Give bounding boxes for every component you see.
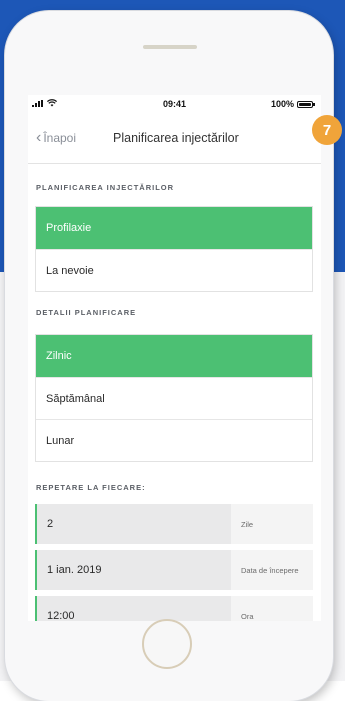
status-bar: 09:41 100% xyxy=(28,95,321,115)
time-input[interactable]: 12:00 xyxy=(35,596,231,621)
option-profilaxie[interactable]: Profilaxie xyxy=(36,207,312,249)
option-la-nevoie[interactable]: La nevoie xyxy=(36,249,312,291)
repeat-row-time: 12:00 Ora xyxy=(35,596,313,621)
start-date-input[interactable]: 1 ian. 2019 xyxy=(35,550,231,590)
time-label: Ora xyxy=(231,596,313,621)
battery-icon xyxy=(297,100,315,108)
interval-input[interactable]: 2 xyxy=(35,504,231,544)
phone-screen: 09:41 100% ‹ Înapoi Planificarea injectă… xyxy=(28,95,321,621)
start-date-label: Data de începere xyxy=(231,550,313,590)
phone-frame: 09:41 100% ‹ Înapoi Planificarea injectă… xyxy=(5,11,333,701)
navigation-bar: ‹ Înapoi Planificarea injectărilor xyxy=(28,115,321,164)
option-lunar[interactable]: Lunar xyxy=(36,419,312,461)
option-zilnic[interactable]: Zilnic xyxy=(36,335,312,377)
page-title: Planificarea injectărilor xyxy=(113,131,239,145)
section-label-repeat: REPETARE LA FIECARE: xyxy=(36,483,146,492)
back-label: Înapoi xyxy=(43,131,77,145)
back-button[interactable]: ‹ Înapoi xyxy=(36,129,77,146)
step-badge: 7 xyxy=(312,115,342,145)
section-label-plan: PLANIFICAREA INJECTĂRILOR xyxy=(36,183,175,192)
repeat-row-interval: 2 Zile xyxy=(35,504,313,544)
detail-options: Zilnic Săptămânal Lunar xyxy=(35,334,313,462)
repeat-row-start-date: 1 ian. 2019 Data de începere xyxy=(35,550,313,590)
plan-options: Profilaxie La nevoie xyxy=(35,206,313,292)
interval-unit-label: Zile xyxy=(231,504,313,544)
phone-speaker xyxy=(143,45,197,49)
option-saptamanal[interactable]: Săptămânal xyxy=(36,377,312,419)
battery-percent: 100% xyxy=(270,99,294,109)
chevron-left-icon: ‹ xyxy=(36,129,42,146)
section-label-details: DETALII PLANIFICARE xyxy=(36,308,137,317)
home-button[interactable] xyxy=(142,619,192,669)
